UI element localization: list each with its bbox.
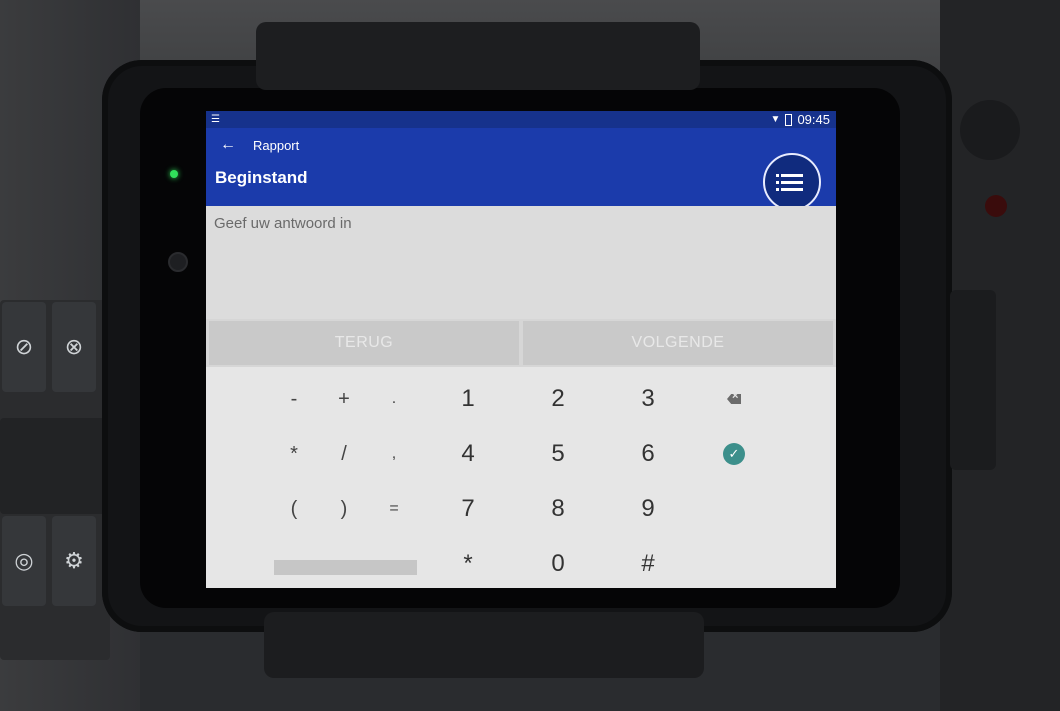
back-button[interactable]: TERUG: [209, 321, 519, 365]
confirm-key[interactable]: ✓: [704, 432, 764, 476]
list-menu-button[interactable]: [763, 153, 821, 211]
power-led: [170, 170, 178, 178]
page-title: Beginstand: [215, 168, 308, 187]
key-7[interactable]: 7: [438, 487, 498, 531]
holder-clamp-bottom: [264, 612, 704, 678]
key-equals[interactable]: =: [364, 487, 424, 531]
key-3[interactable]: 3: [618, 377, 678, 421]
key-0[interactable]: 0: [528, 542, 588, 586]
holder-clamp-right: [950, 290, 996, 470]
dash-button-1: ⊘: [2, 302, 46, 392]
key-comma[interactable]: ,: [364, 432, 424, 476]
breadcrumb[interactable]: Rapport: [253, 138, 299, 153]
key-star[interactable]: *: [438, 542, 498, 586]
key-6[interactable]: 6: [618, 432, 678, 476]
key-5[interactable]: 5: [528, 432, 588, 476]
navigation-row: TERUG VOLGENDE: [206, 319, 836, 367]
status-right: ▼ 09:45: [771, 112, 830, 127]
dash-indicator: [985, 195, 1007, 217]
front-camera: [168, 252, 188, 272]
key-1[interactable]: 1: [438, 377, 498, 421]
arrow-left-icon[interactable]: ←: [220, 136, 236, 154]
holder-clamp-top: [256, 22, 700, 90]
status-time: 09:45: [797, 112, 830, 127]
key-period[interactable]: .: [364, 377, 424, 421]
key-9[interactable]: 9: [618, 487, 678, 531]
key-4[interactable]: 4: [438, 432, 498, 476]
backspace-icon: [727, 394, 741, 404]
dash-button-3: ◎: [2, 516, 46, 606]
list-icon: ☰: [211, 114, 220, 125]
app-bar: ← Rapport Beginstand: [206, 128, 836, 211]
key-2[interactable]: 2: [528, 377, 588, 421]
tablet-screen: ☰ ▼ 09:45 ← Rapport Beginstand TERUG VOL…: [206, 111, 836, 588]
answer-area: [206, 206, 836, 319]
answer-input[interactable]: [212, 214, 816, 233]
check-circle-icon: ✓: [723, 443, 745, 465]
dash-knob: [960, 100, 1020, 160]
wifi-icon: ▼: [770, 114, 781, 125]
battery-icon: [785, 113, 793, 126]
numeric-keypad: - + . 1 2 3 * / , 4 5 6 ✓ ( ) = 7 8 9 * …: [206, 367, 836, 588]
list-menu-icon: [776, 170, 803, 195]
dash-button-2: ⊗: [52, 302, 96, 392]
status-bar: ☰ ▼ 09:45: [206, 111, 836, 128]
backspace-key[interactable]: [704, 377, 764, 421]
key-8[interactable]: 8: [528, 487, 588, 531]
space-key[interactable]: [274, 560, 417, 575]
key-hash[interactable]: #: [618, 542, 678, 586]
next-button[interactable]: VOLGENDE: [523, 321, 833, 365]
dash-button-4: ⚙: [52, 516, 96, 606]
